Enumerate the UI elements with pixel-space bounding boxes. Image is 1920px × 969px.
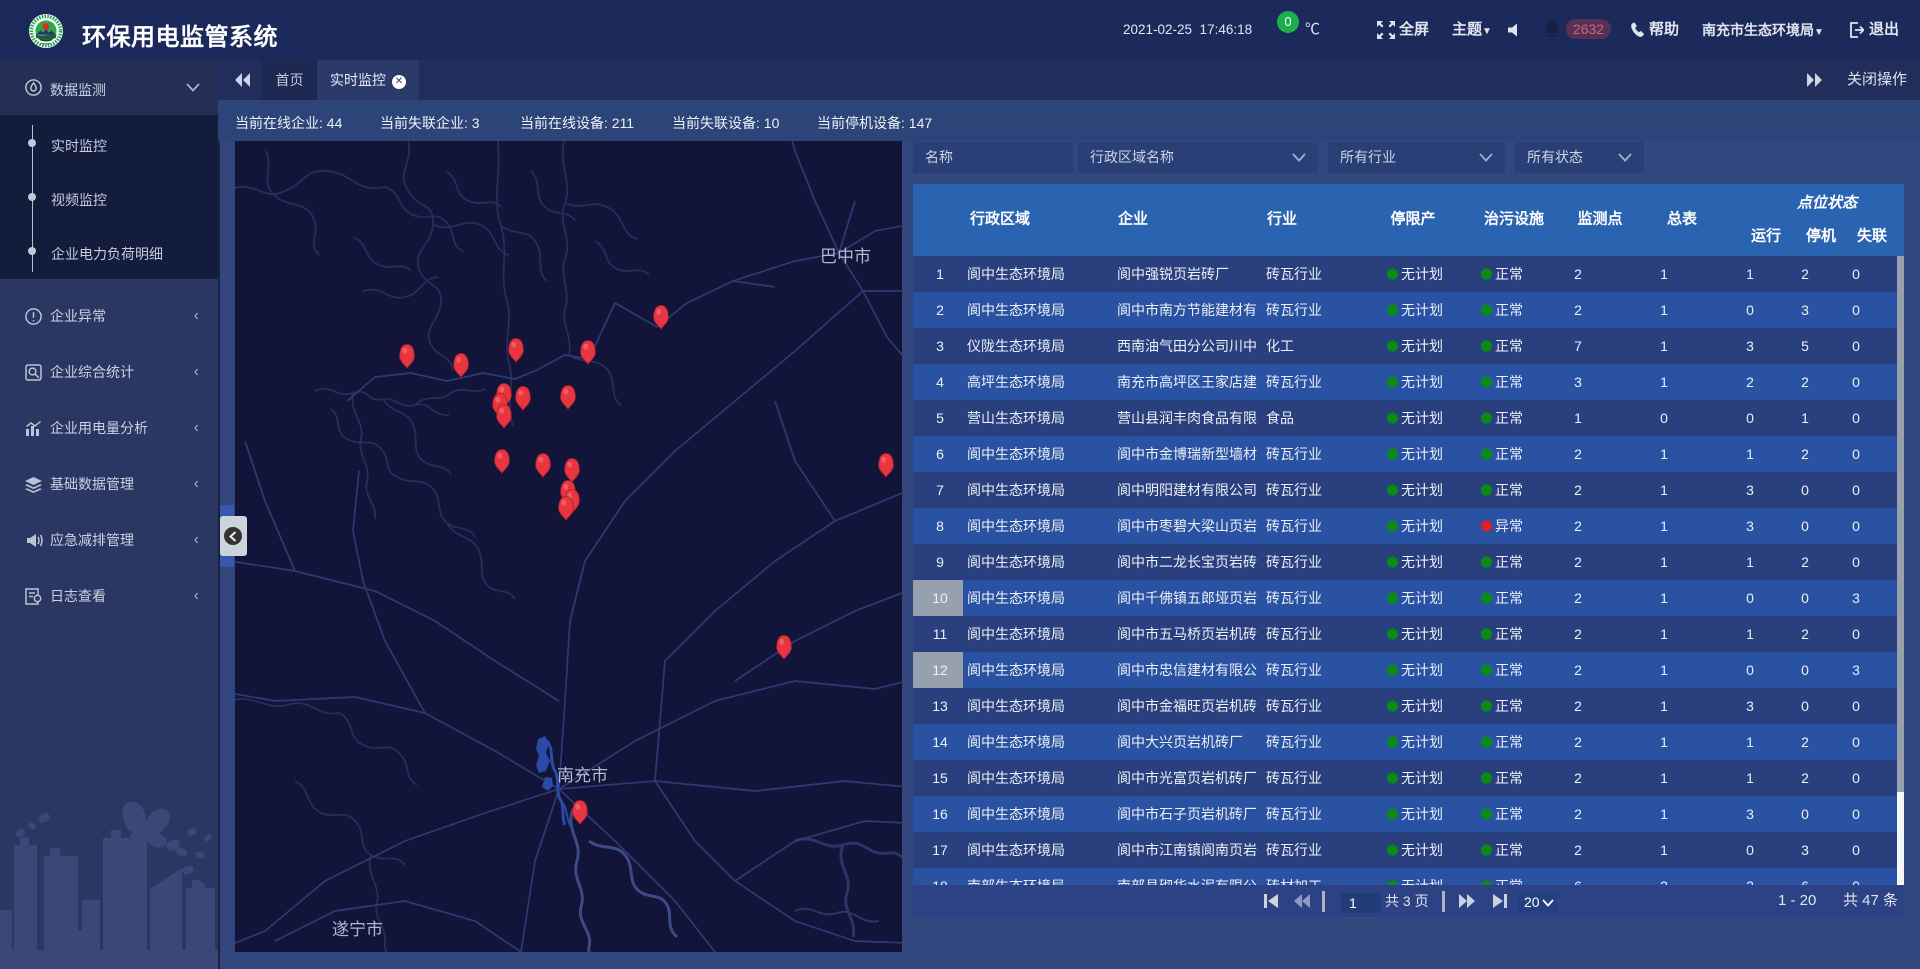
- svg-text:巴中市: 巴中市: [820, 247, 871, 266]
- svg-text:南充市: 南充市: [557, 766, 608, 785]
- svg-text:遂宁市: 遂宁市: [332, 920, 383, 939]
